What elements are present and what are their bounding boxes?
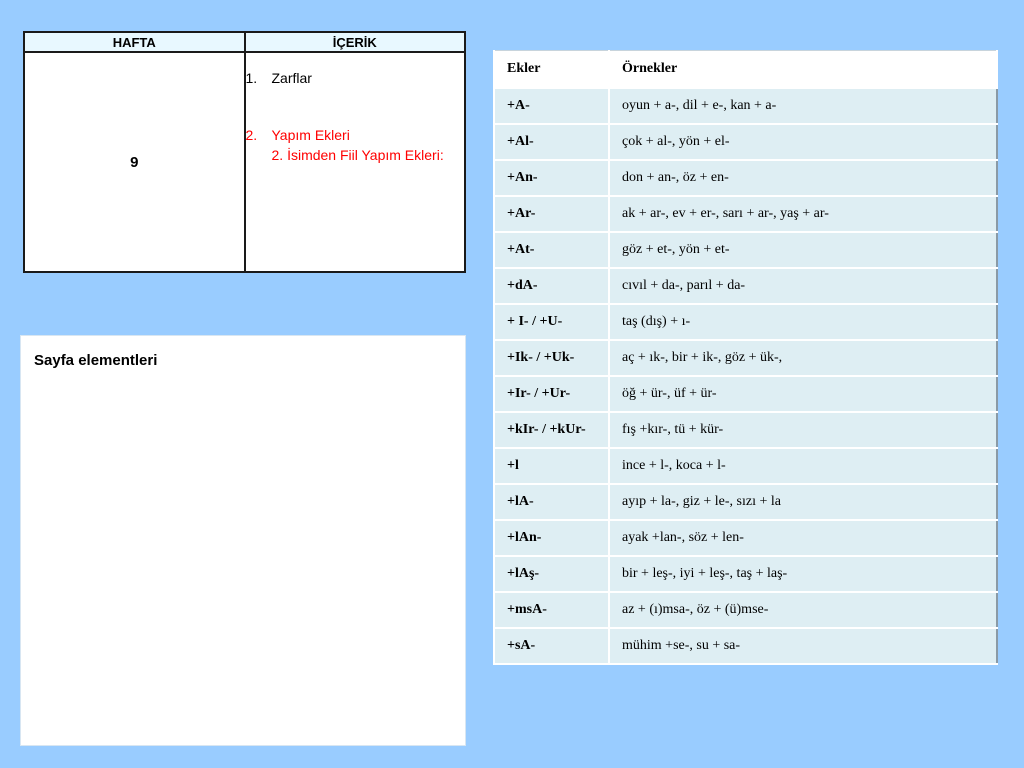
suffix-table-body: +A-oyun + a-, dil + e-, kan + a- +Al-çok …: [493, 87, 998, 665]
week-number: 9: [23, 51, 246, 273]
table-row: +lAş-bir + leş-, iyi + leş-, taş + laş-: [493, 555, 998, 593]
suffix-cell: +An-: [493, 159, 610, 197]
content-item-text: 2. İsimden Fiil Yapım Ekleri:: [271, 147, 444, 163]
table-row: +Ir- / +Ur-öğ + ür-, üf + ür-: [493, 375, 998, 413]
table-row: +kIr- / +kUr-fış +kır-, tü + kür-: [493, 411, 998, 449]
examples-cell: çok + al-, yön + el-: [608, 123, 998, 161]
suffix-cell: +At-: [493, 231, 610, 269]
examples-cell: taş (dış) + ı-: [608, 303, 998, 341]
examples-cell: göz + et-, yön + et-: [608, 231, 998, 269]
examples-cell: ayak +lan-, söz + len-: [608, 519, 998, 557]
content-item-text: Yapım Ekleri: [271, 127, 350, 143]
table-row: +Ik- / +Uk-aç + ık-, bir + ik-, göz + ük…: [493, 339, 998, 377]
suffix-cell: +Ir- / +Ur-: [493, 375, 610, 413]
content-item-noun-to-verb-suffixes: 2. İsimden Fiil Yapım Ekleri:: [272, 147, 444, 163]
suffix-cell: +lA-: [493, 483, 610, 521]
examples-cell: öğ + ür-, üf + ür-: [608, 375, 998, 413]
examples-cell: az + (ı)msa-, öz + (ü)mse-: [608, 591, 998, 629]
suffix-cell: +l: [493, 447, 610, 485]
suffix-table: Ekler Örnekler +A-oyun + a-, dil + e-, k…: [493, 50, 998, 665]
suffix-header: Ekler: [493, 50, 610, 89]
content-cell: 1. Zarflar 2. Yapım Ekleri 2. İsimden Fiil…: [243, 51, 466, 273]
examples-cell: mühim +se-, su + sa-: [608, 627, 998, 665]
header-week: HAFTA: [23, 31, 246, 53]
suffix-cell: +Ik- / +Uk-: [493, 339, 610, 377]
suffix-cell: +dA-: [493, 267, 610, 305]
table-row: +A-oyun + a-, dil + e-, kan + a-: [493, 87, 998, 125]
examples-cell: bir + leş-, iyi + leş-, taş + laş-: [608, 555, 998, 593]
examples-cell: ak + ar-, ev + er-, sarı + ar-, yaş + ar…: [608, 195, 998, 233]
page-elements-box: Sayfa elementleri: [20, 335, 466, 746]
examples-cell: ayıp + la-, giz + le-, sızı + la: [608, 483, 998, 521]
suffix-cell: +A-: [493, 87, 610, 125]
table-row: +lA-ayıp + la-, giz + le-, sızı + la: [493, 483, 998, 521]
suffix-cell: +Al-: [493, 123, 610, 161]
suffix-cell: + I- / +U-: [493, 303, 610, 341]
content-item-text: Zarflar: [271, 70, 312, 86]
table-row: +sA-mühim +se-, su + sa-: [493, 627, 998, 665]
suffix-cell: +sA-: [493, 627, 610, 665]
table-row: +lAn-ayak +lan-, söz + len-: [493, 519, 998, 557]
examples-cell: don + an-, öz + en-: [608, 159, 998, 197]
content-item-adverbs: 1. Zarflar: [246, 70, 312, 86]
suffix-cell: +msA-: [493, 591, 610, 629]
table-row: +An-don + an-, öz + en-: [493, 159, 998, 197]
table-row: + I- / +U-taş (dış) + ı-: [493, 303, 998, 341]
examples-cell: cıvıl + da-, parıl + da-: [608, 267, 998, 305]
page-elements-title: Sayfa elementleri: [34, 352, 158, 369]
table-row: +Ar-ak + ar-, ev + er-, sarı + ar-, yaş …: [493, 195, 998, 233]
suffix-cell: +lAn-: [493, 519, 610, 557]
examples-cell: ince + l-, koca + l-: [608, 447, 998, 485]
examples-cell: oyun + a-, dil + e-, kan + a-: [608, 87, 998, 125]
content-item-number: 1.: [245, 70, 258, 86]
examples-cell: fış +kır-, tü + kür-: [608, 411, 998, 449]
table-row: +dA-cıvıl + da-, parıl + da-: [493, 267, 998, 305]
table-row: +Al-çok + al-, yön + el-: [493, 123, 998, 161]
table-row: +l ince + l-, koca + l-: [493, 447, 998, 485]
suffix-cell: +kIr- / +kUr-: [493, 411, 610, 449]
table-row: +At-göz + et-, yön + et-: [493, 231, 998, 269]
suffix-cell: +lAş-: [493, 555, 610, 593]
suffix-cell: +Ar-: [493, 195, 610, 233]
content-item-derivational-suffixes: 2. Yapım Ekleri: [246, 127, 350, 143]
examples-cell: aç + ık-, bir + ik-, göz + ük-,: [608, 339, 998, 377]
content-item-number: 2.: [245, 127, 258, 143]
week-content-table: HAFTA İÇERİK 9 1. Zarflar 2. Yapım Ekleri …: [23, 31, 466, 273]
examples-header: Örnekler: [608, 50, 998, 89]
header-content: İÇERİK: [243, 31, 466, 53]
table-row: +msA-az + (ı)msa-, öz + (ü)mse-: [493, 591, 998, 629]
